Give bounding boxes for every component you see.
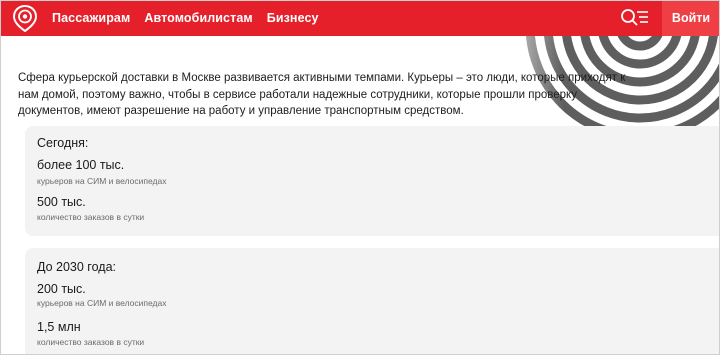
stat-label: количество заказов в сутки — [37, 212, 145, 222]
search-menu-icon[interactable] — [618, 5, 650, 31]
stats-card-today: Сегодня: более 100 тыс. курьеров на СИМ … — [25, 126, 720, 236]
top-header: Пассажирам Автомобилистам Бизнесу Войти — [0, 0, 720, 36]
stat-label: курьеров на СИМ и велосипедах — [37, 298, 167, 308]
stat-value: 1,5 млн — [37, 320, 81, 334]
card-title: Сегодня: — [37, 136, 89, 150]
login-button[interactable]: Войти — [662, 0, 720, 36]
main-nav: Пассажирам Автомобилистам Бизнесу — [52, 0, 319, 36]
nav-business[interactable]: Бизнесу — [267, 11, 319, 25]
stats-card-2030: До 2030 года: 200 тыс. курьеров на СИМ и… — [25, 248, 720, 355]
stat-label: курьеров на СИМ и велосипедах — [37, 176, 167, 186]
stat-value: 200 тыс. — [37, 282, 86, 296]
nav-passengers[interactable]: Пассажирам — [52, 11, 130, 25]
intro-paragraph: Сфера курьерской доставки в Москве разви… — [18, 72, 626, 117]
nav-motorists[interactable]: Автомобилистам — [144, 11, 252, 25]
stat-value: 500 тыс. — [37, 195, 86, 209]
card-title: До 2030 года: — [37, 260, 116, 274]
stat-label: количество заказов в сутки — [37, 337, 145, 347]
stat-value: более 100 тыс. — [37, 158, 125, 172]
location-pin-logo-icon[interactable] — [12, 4, 38, 32]
